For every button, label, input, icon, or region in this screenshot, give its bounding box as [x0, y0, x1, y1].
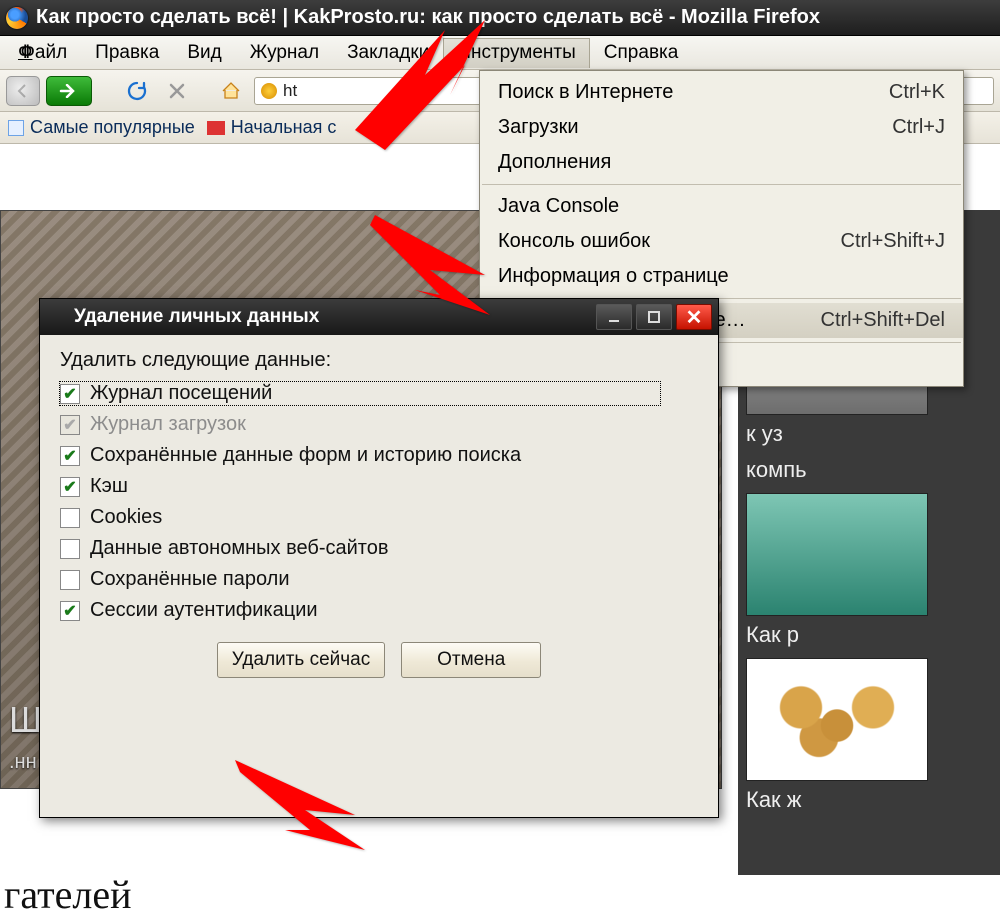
clear-option[interactable]: Журнал посещений	[60, 382, 660, 405]
clear-option[interactable]: Сессии аутентификации	[60, 599, 698, 622]
menu-history[interactable]: Журнал	[236, 38, 333, 68]
dialog-title: Удаление личных данных	[74, 306, 319, 328]
menu-item-label: Дополнения	[498, 151, 611, 174]
option-label: Сохранённые данные форм и историю поиска	[90, 444, 521, 467]
menu-item-label: Загрузки	[498, 116, 579, 139]
tools-menu-item[interactable]: Дополнения	[480, 145, 963, 180]
back-button[interactable]	[6, 76, 40, 106]
clear-option[interactable]: Cookies	[60, 506, 698, 529]
checkbox[interactable]	[60, 477, 80, 497]
option-label: Данные автономных веб-сайтов	[90, 537, 388, 560]
menu-item-shortcut: Ctrl+Shift+J	[841, 230, 945, 253]
sidebar-text: Как ж	[746, 787, 992, 813]
close-button[interactable]: ✕	[676, 304, 712, 330]
checkbox[interactable]	[60, 508, 80, 528]
clear-option: Журнал загрузок	[60, 413, 698, 436]
checkbox[interactable]	[60, 539, 80, 559]
bookmark-icon	[207, 121, 225, 135]
bookmark-label: Самые популярные	[30, 117, 195, 138]
tools-menu-item[interactable]: Java Console	[480, 189, 963, 224]
url-text: ht	[283, 81, 297, 101]
clear-now-button[interactable]: Удалить сейчас	[217, 642, 385, 678]
menu-help[interactable]: Справка	[590, 38, 693, 68]
tools-menu-item[interactable]: Информация о странице	[480, 259, 963, 294]
cancel-button[interactable]: Отмена	[401, 642, 541, 678]
firefox-icon	[46, 307, 66, 327]
dialog-prompt: Удалить следующие данные:	[60, 349, 698, 372]
hero-overlay-text: Ш .нн	[9, 702, 42, 774]
sidebar-text: к уз	[746, 421, 992, 447]
sidebar-thumbnail[interactable]	[746, 493, 928, 616]
clear-private-data-dialog: Удаление личных данных ✕ Удалить следующ…	[39, 298, 719, 818]
checkbox[interactable]	[60, 446, 80, 466]
sidebar-text: Как р	[746, 622, 992, 648]
checkbox[interactable]	[60, 384, 80, 404]
maximize-button[interactable]	[636, 304, 672, 330]
menu-bar: ФФайл Правка Вид Журнал Закладки Инструм…	[0, 36, 1000, 70]
menu-item-label: Информация о странице	[498, 265, 729, 288]
annotation-arrow	[355, 20, 485, 155]
clear-option[interactable]: Сохранённые данные форм и историю поиска	[60, 444, 698, 467]
bookmark-startpage[interactable]: Начальная с	[207, 117, 337, 138]
menu-item-label: Консоль ошибок	[498, 230, 650, 253]
bookmark-icon	[8, 120, 24, 136]
checkbox[interactable]	[60, 601, 80, 621]
menu-item-label: Java Console	[498, 195, 619, 218]
tools-menu-item[interactable]: Консоль ошибок Ctrl+Shift+J	[480, 224, 963, 259]
forward-button[interactable]	[46, 76, 92, 106]
menu-edit[interactable]: Правка	[81, 38, 173, 68]
option-label: Сохранённые пароли	[90, 568, 290, 591]
bookmark-popular[interactable]: Самые популярные	[8, 117, 195, 138]
stop-button[interactable]	[160, 76, 194, 106]
site-favicon	[261, 83, 277, 99]
option-label: Сессии аутентификации	[90, 599, 318, 622]
checkbox[interactable]	[60, 570, 80, 590]
bookmark-label: Начальная с	[231, 117, 337, 138]
clear-option[interactable]: Данные автономных веб-сайтов	[60, 537, 698, 560]
clear-option[interactable]: Кэш	[60, 475, 698, 498]
sidebar-thumbnail[interactable]	[746, 658, 928, 781]
tools-menu-item[interactable]: Поиск в Интернете Ctrl+K	[480, 75, 963, 110]
menu-item-shortcut: Ctrl+J	[892, 116, 945, 139]
reload-button[interactable]	[120, 76, 154, 106]
clear-option[interactable]: Сохранённые пароли	[60, 568, 698, 591]
menu-file[interactable]: ФФайл	[4, 38, 81, 68]
option-label: Cookies	[90, 506, 162, 529]
home-button[interactable]	[214, 76, 248, 106]
page-footer-text: гателей	[0, 871, 135, 918]
option-label: Журнал посещений	[90, 382, 272, 405]
menu-file-label: Файл	[20, 42, 67, 63]
firefox-icon	[6, 7, 28, 29]
option-label: Журнал загрузок	[90, 413, 246, 436]
sidebar-text: компь	[746, 457, 992, 483]
menu-item-shortcut: Ctrl+K	[889, 81, 945, 104]
menu-item-label: Поиск в Интернете	[498, 81, 673, 104]
annotation-arrow	[235, 760, 365, 875]
checkbox	[60, 415, 80, 435]
option-label: Кэш	[90, 475, 128, 498]
window-titlebar: Как просто сделать всё! | KakProsto.ru: …	[0, 0, 1000, 36]
menu-item-shortcut: Ctrl+Shift+Del	[821, 309, 946, 332]
annotation-arrow	[370, 215, 490, 350]
minimize-button[interactable]	[596, 304, 632, 330]
menu-view[interactable]: Вид	[173, 38, 235, 68]
tools-menu-item[interactable]: Загрузки Ctrl+J	[480, 110, 963, 145]
